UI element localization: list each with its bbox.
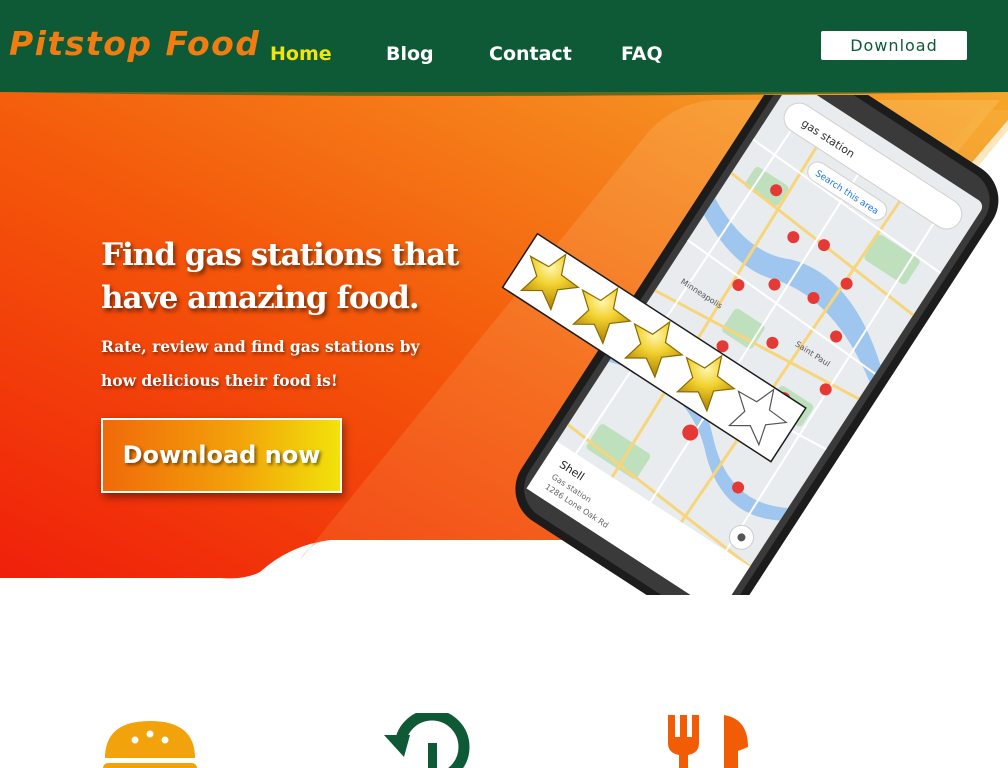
nav-faq[interactable]: FAQ (621, 43, 663, 65)
phone-map-illustration: gas station Search this area Minneapolis… (501, 95, 999, 595)
download-now-button[interactable]: Download now (101, 418, 342, 493)
nav-contact[interactable]: Contact (489, 43, 572, 65)
burger-icon (103, 721, 197, 768)
nav-home[interactable]: Home (270, 43, 332, 65)
brand-logo[interactable]: Pitstop Food (9, 24, 260, 63)
history-clock-icon (384, 713, 470, 768)
header-download-button[interactable]: Download (821, 31, 967, 60)
hero-title: Find gas stations that have amazing food… (101, 237, 459, 316)
nav-blog[interactable]: Blog (386, 43, 434, 65)
fork-knife-icon (668, 715, 748, 768)
hero-subtitle: Rate, review and find gas stations by ho… (101, 337, 420, 390)
